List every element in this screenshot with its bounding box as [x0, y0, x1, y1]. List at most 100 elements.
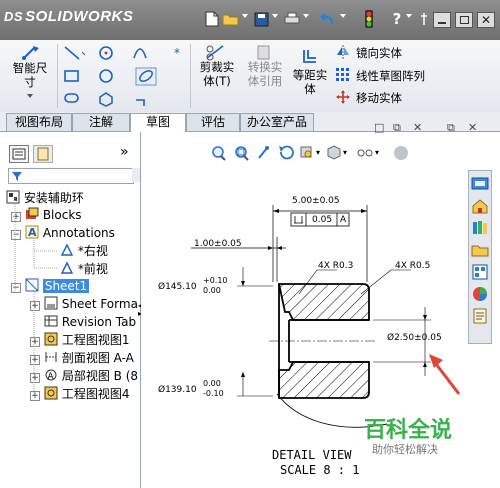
view-palette-icon[interactable] [471, 263, 489, 281]
dim-outer-tol-minus: 0.00 [203, 286, 221, 295]
expand-drawing-view4[interactable]: + [30, 391, 40, 401]
drawing-view-icon [44, 386, 58, 400]
sheet-icon [25, 278, 39, 292]
svg-text:A: A [28, 226, 37, 239]
tree-item-blocks[interactable]: Blocks [25, 206, 82, 224]
save-dropdown-arrow[interactable] [272, 14, 278, 18]
offset-entities-button[interactable]: 等距实体 [290, 68, 330, 96]
minimize-button[interactable] [433, 12, 451, 28]
pane-restore-icon[interactable]: ⧉ [447, 121, 455, 135]
pane-close-icon[interactable]: ✕ [468, 121, 477, 134]
convert-entities-button[interactable]: 转换实体引用 [243, 60, 287, 88]
open-folder-icon[interactable] [222, 10, 240, 28]
move-entities-icon[interactable] [336, 90, 350, 107]
tab-office-products[interactable]: 办公室产品 [240, 113, 314, 131]
collapse-sheet1[interactable]: − [11, 283, 21, 293]
home-icon[interactable] [471, 197, 489, 215]
dim-outer-tol-plus: +0.10 [203, 276, 228, 285]
expand-section-view[interactable]: + [30, 355, 40, 365]
dim-outer-diameter[interactable]: Ø145.10 [158, 282, 197, 292]
smart-dimension-button[interactable]: 智能尺寸 [8, 61, 52, 89]
linear-pattern-icon[interactable] [336, 68, 350, 85]
move-entities-button[interactable]: 移动实体 [356, 90, 402, 106]
doc-minimize-icon[interactable]: □ [374, 121, 384, 134]
sketch-tools[interactable]: * [62, 44, 182, 110]
tree-item-revision-table[interactable]: Revision Tab [44, 313, 136, 331]
tree-item-drawing-view1[interactable]: 工程图视图1 [44, 331, 129, 349]
detail-view-title: DETAIL VIEW [272, 448, 352, 462]
chamfer-note-small[interactable]: 4X R0.3 [318, 261, 353, 271]
tree-item-front-view[interactable]: *前视 [60, 260, 108, 278]
task-pane-strip [468, 170, 492, 344]
tree-item-section-view[interactable]: 剖面视图 A-A [44, 349, 134, 367]
appearances-icon[interactable] [471, 285, 489, 303]
doc-close-icon[interactable]: ✕ [413, 121, 422, 134]
command-manager: 智能尺寸 * 剪裁实体(T) 转换实体引用 等距实体 镜向实体 线性草图阵列 移… [0, 40, 500, 113]
open-dropdown-arrow[interactable] [242, 14, 248, 18]
dim-step-length[interactable]: 1.00±0.05 [194, 239, 242, 249]
filter-icon [12, 172, 22, 181]
expand-drawing-view1[interactable]: + [30, 337, 40, 347]
expand-detail-view[interactable]: + [30, 373, 40, 383]
solidworks-logo: DS SOLIDWORKS [4, 8, 134, 25]
sw-resources-icon[interactable] [471, 175, 489, 193]
dim-top-width[interactable]: 5.00±0.05 [292, 196, 340, 206]
help-dropdown-arrow[interactable] [406, 14, 412, 18]
undo-icon[interactable] [318, 10, 336, 28]
design-library-icon[interactable] [471, 219, 489, 237]
tab-view-layout[interactable]: 视图布局 [6, 113, 72, 131]
dim-bore-diameter[interactable]: Ø2.50±0.05 [387, 333, 442, 343]
detail-view-icon: A [45, 369, 57, 382]
file-explorer-icon[interactable] [471, 241, 489, 259]
new-document-icon[interactable] [203, 10, 221, 28]
linear-pattern-button[interactable]: 线性草图阵列 [356, 68, 425, 84]
dim-inner-tol-plus: 0.00 [203, 379, 221, 388]
tree-root[interactable]: 安装辅助环 [6, 189, 84, 207]
chamfer-note-large[interactable]: 4X R0.5 [395, 261, 430, 271]
tree-item-drawing-view4[interactable]: 工程图视图4 [44, 385, 129, 403]
tree-item-sheet-format[interactable]: Sheet Forma [44, 295, 138, 313]
print-icon[interactable] [283, 10, 301, 28]
property-manager-tab[interactable] [33, 145, 53, 163]
tree-item-annotations[interactable]: A Annotations [25, 224, 115, 242]
watermark-title: 百科全说 [364, 418, 453, 443]
collapse-annotations[interactable]: − [11, 230, 21, 240]
expand-sheet-format[interactable]: + [30, 301, 40, 311]
feature-manager-tab[interactable] [9, 145, 29, 163]
custom-properties-icon[interactable] [471, 307, 489, 325]
doc-restore-icon[interactable]: ⧉ [393, 121, 401, 135]
panel-divider[interactable] [132, 168, 140, 182]
annotations-icon: A [25, 225, 39, 239]
rebuild-traffic-light-icon[interactable] [360, 10, 378, 28]
tab-annotation[interactable]: 注解 [72, 113, 130, 131]
restore-button[interactable] [455, 12, 473, 28]
tolerance-value: 0.05 [312, 215, 333, 225]
tab-sketch[interactable]: 草图 [130, 113, 186, 132]
expand-blocks[interactable]: + [11, 212, 21, 222]
print-dropdown-arrow[interactable] [303, 14, 309, 18]
close-button[interactable]: ✕ [477, 12, 495, 28]
svg-text:*: * [174, 46, 180, 60]
mirror-entities-button[interactable]: 镜向实体 [356, 45, 402, 61]
tree-item-detail-view[interactable]: A 局部视图 B (8 [44, 367, 138, 385]
drawing-doc-icon [6, 190, 20, 204]
save-icon[interactable] [252, 10, 270, 28]
pin-icon[interactable] [415, 10, 433, 28]
feature-manager-panel: » 安装辅助环 + Blocks − A Annotations *右视 *前视… [0, 132, 142, 488]
panel-expand-icon[interactable]: » [120, 144, 129, 160]
command-tabs: 视图布局 注解 草图 评估 办公室产品 [0, 112, 500, 132]
dim-inner-tol-minus: -0.10 [203, 389, 224, 398]
dim-inner-diameter[interactable]: Ø139.10 [158, 385, 197, 395]
tab-evaluate[interactable]: 评估 [186, 113, 240, 131]
smart-dimension-dropdown[interactable] [27, 94, 33, 98]
sheet-format-icon [44, 296, 58, 310]
tree-item-sheet1[interactable]: Sheet1 [25, 277, 90, 295]
mirror-entities-icon[interactable] [336, 45, 350, 62]
tree-filter-input[interactable] [8, 168, 134, 184]
view-plane-icon [60, 261, 74, 274]
help-icon[interactable]: ? [388, 10, 406, 28]
tree-item-right-view[interactable]: *右视 [60, 242, 108, 260]
detail-view-scale: SCALE 8 : 1 [280, 463, 360, 477]
undo-dropdown-arrow[interactable] [340, 14, 346, 18]
trim-entities-button[interactable]: 剪裁实体(T) [196, 60, 238, 88]
